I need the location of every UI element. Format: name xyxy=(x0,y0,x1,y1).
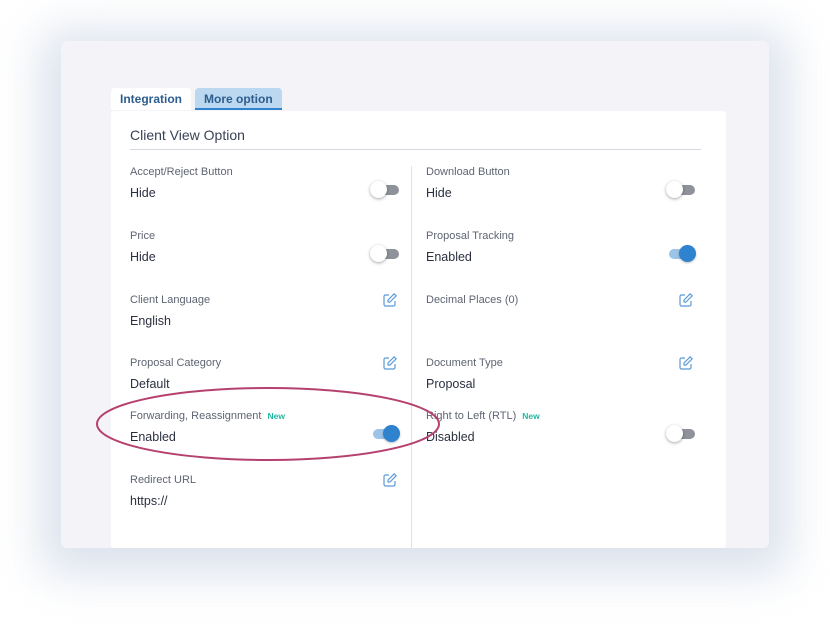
field-label: Forwarding, Reassignment New xyxy=(130,410,285,422)
accept-reject-field: Accept/Reject Button Hide xyxy=(130,166,400,210)
field-label: Price xyxy=(130,230,156,242)
download-button-toggle[interactable] xyxy=(666,180,696,200)
redirect-url-field: Redirect URL https:// xyxy=(130,472,400,518)
column-divider xyxy=(411,166,412,548)
field-value: Disabled xyxy=(426,430,475,444)
field-label: Proposal Category xyxy=(130,357,222,369)
field-value: Proposal xyxy=(426,377,476,391)
tab-integration[interactable]: Integration xyxy=(111,88,191,110)
toggle-knob xyxy=(666,181,683,198)
rtl-toggle[interactable] xyxy=(666,424,696,444)
tab-bar: Integration More option xyxy=(111,88,286,111)
edit-icon[interactable] xyxy=(382,472,398,488)
field-value: Enabled xyxy=(426,250,472,264)
field-value: English xyxy=(130,314,171,328)
field-label: Client Language xyxy=(130,294,211,306)
proposal-category-field: Proposal Category Default xyxy=(130,355,400,401)
field-value: https:// xyxy=(130,494,168,508)
toggle-knob xyxy=(370,245,387,262)
field-label-text: Forwarding, Reassignment xyxy=(130,410,262,422)
field-value: Hide xyxy=(426,186,452,200)
rtl-field: Right to Left (RTL) New Disabled xyxy=(426,410,696,454)
proposal-tracking-toggle[interactable] xyxy=(666,244,696,264)
client-language-field: Client Language English xyxy=(130,292,400,338)
field-value: Hide xyxy=(130,250,156,264)
new-badge: New xyxy=(522,411,540,421)
field-label: Document Type xyxy=(426,357,503,369)
field-label: Redirect URL xyxy=(130,474,197,486)
edit-icon[interactable] xyxy=(382,355,398,371)
accept-reject-toggle[interactable] xyxy=(370,180,400,200)
decimal-places-field: Decimal Places (0) xyxy=(426,292,696,338)
download-button-field: Download Button Hide xyxy=(426,166,696,210)
price-toggle[interactable] xyxy=(370,244,400,264)
field-value: Default xyxy=(130,377,170,391)
price-field: Price Hide xyxy=(130,230,400,274)
section-divider xyxy=(130,149,701,150)
toggle-knob xyxy=(383,425,400,442)
field-value: Enabled xyxy=(130,430,176,444)
toggle-knob xyxy=(666,425,683,442)
edit-icon[interactable] xyxy=(678,355,694,371)
section-title: Client View Option xyxy=(130,127,245,143)
new-badge: New xyxy=(267,411,285,421)
client-view-panel: Client View Option Accept/Reject Button … xyxy=(111,111,726,548)
proposal-tracking-field: Proposal Tracking Enabled xyxy=(426,230,696,274)
field-label: Right to Left (RTL) New xyxy=(426,410,540,422)
document-type-field: Document Type Proposal xyxy=(426,355,696,401)
field-label: Download Button xyxy=(426,166,510,178)
field-label: Proposal Tracking xyxy=(426,230,515,242)
field-label: Decimal Places (0) xyxy=(426,294,519,306)
field-value: Hide xyxy=(130,186,156,200)
tab-more-option[interactable]: More option xyxy=(195,88,282,110)
edit-icon[interactable] xyxy=(678,292,694,308)
toggle-knob xyxy=(679,245,696,262)
toggle-knob xyxy=(370,181,387,198)
field-label-text: Right to Left (RTL) xyxy=(426,410,517,422)
field-label: Accept/Reject Button xyxy=(130,166,233,178)
forwarding-reassignment-toggle[interactable] xyxy=(370,424,400,444)
edit-icon[interactable] xyxy=(382,292,398,308)
settings-window: Integration More option Client View Opti… xyxy=(61,41,769,548)
forwarding-reassignment-field: Forwarding, Reassignment New Enabled xyxy=(130,410,400,454)
